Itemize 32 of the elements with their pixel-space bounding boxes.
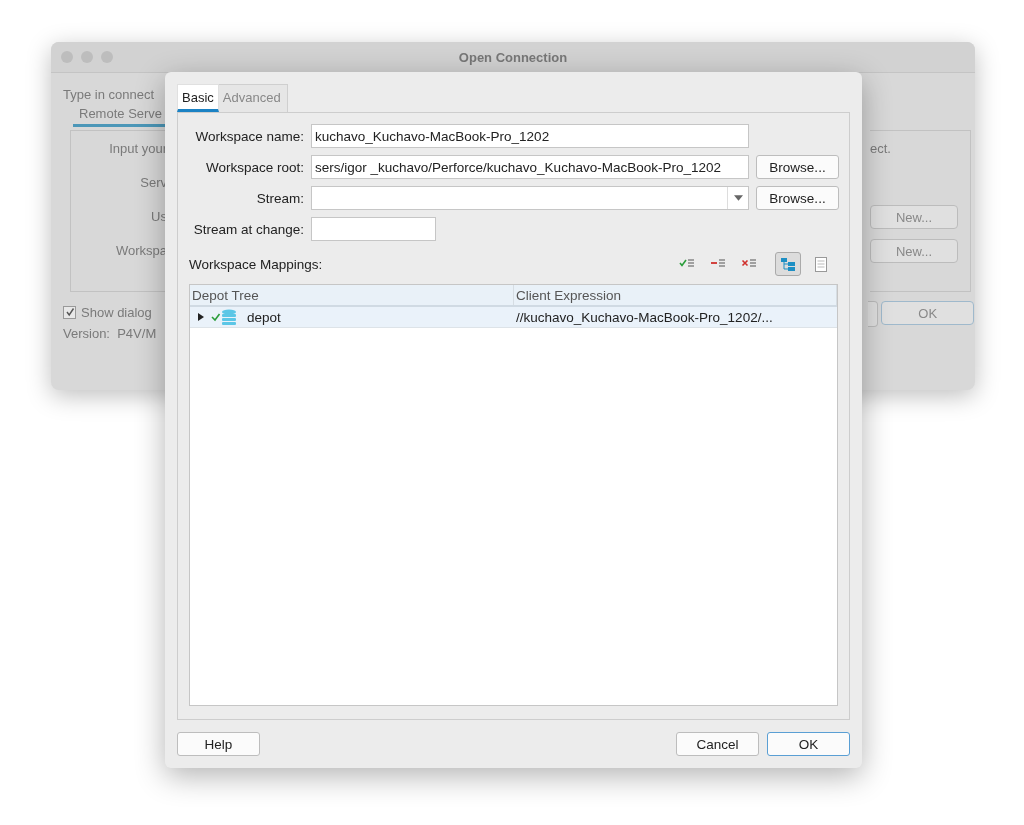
input-field[interactable] [311,217,436,241]
section-label: Workspace Mappings: [189,256,324,272]
caret-icon [733,195,743,201]
browse-button[interactable]: Browse... [756,155,839,179]
stream-combo[interactable] [311,186,749,210]
version-text: Version: P4V/M [63,326,157,341]
tab[interactable]: Basic [177,84,219,112]
table-cell-text: //kuchavo_Kuchavo-MacBook-Pro_1202/... [515,309,774,325]
field-label: Stream: [255,190,304,206]
button[interactable] [868,301,879,327]
column-header[interactable]: Depot Tree [190,285,514,305]
tree-item-label: depot [247,309,281,325]
field-label: Workspa [115,243,167,258]
intro-text: Type in connect [63,87,155,102]
table-row[interactable]: depot //kuchavo_Kuchavo-MacBook-Pro_1202/... [190,307,837,328]
input-field[interactable]: sers/igor _kuchavo/Perforce/kuchavo_Kuchavo-MacBook-Pro_1202 [311,155,749,179]
instruction-text: ect. [870,141,891,156]
expand-arrow-icon[interactable] [197,313,205,321]
checkbox[interactable] [63,305,76,319]
cancel-button[interactable]: Cancel [676,732,759,757]
field-label: Stream at change: [192,221,304,237]
window-title: Open Connection [457,49,569,65]
field-label: Workspace root: [204,159,304,175]
browse-button[interactable]: Browse... [756,186,839,210]
tree-view-icon[interactable] [775,252,801,276]
field-label: Workspace name: [194,128,304,144]
help-button[interactable]: Help [177,732,260,757]
ok-button[interactable]: OK [767,732,850,757]
field-label: Input your [109,141,167,156]
column-header[interactable]: Client Expression [514,285,837,305]
checkbox-label: Show dialog [81,304,152,320]
input-field[interactable]: kuchavo_Kuchavo-MacBook-Pro_1202 [311,124,749,148]
